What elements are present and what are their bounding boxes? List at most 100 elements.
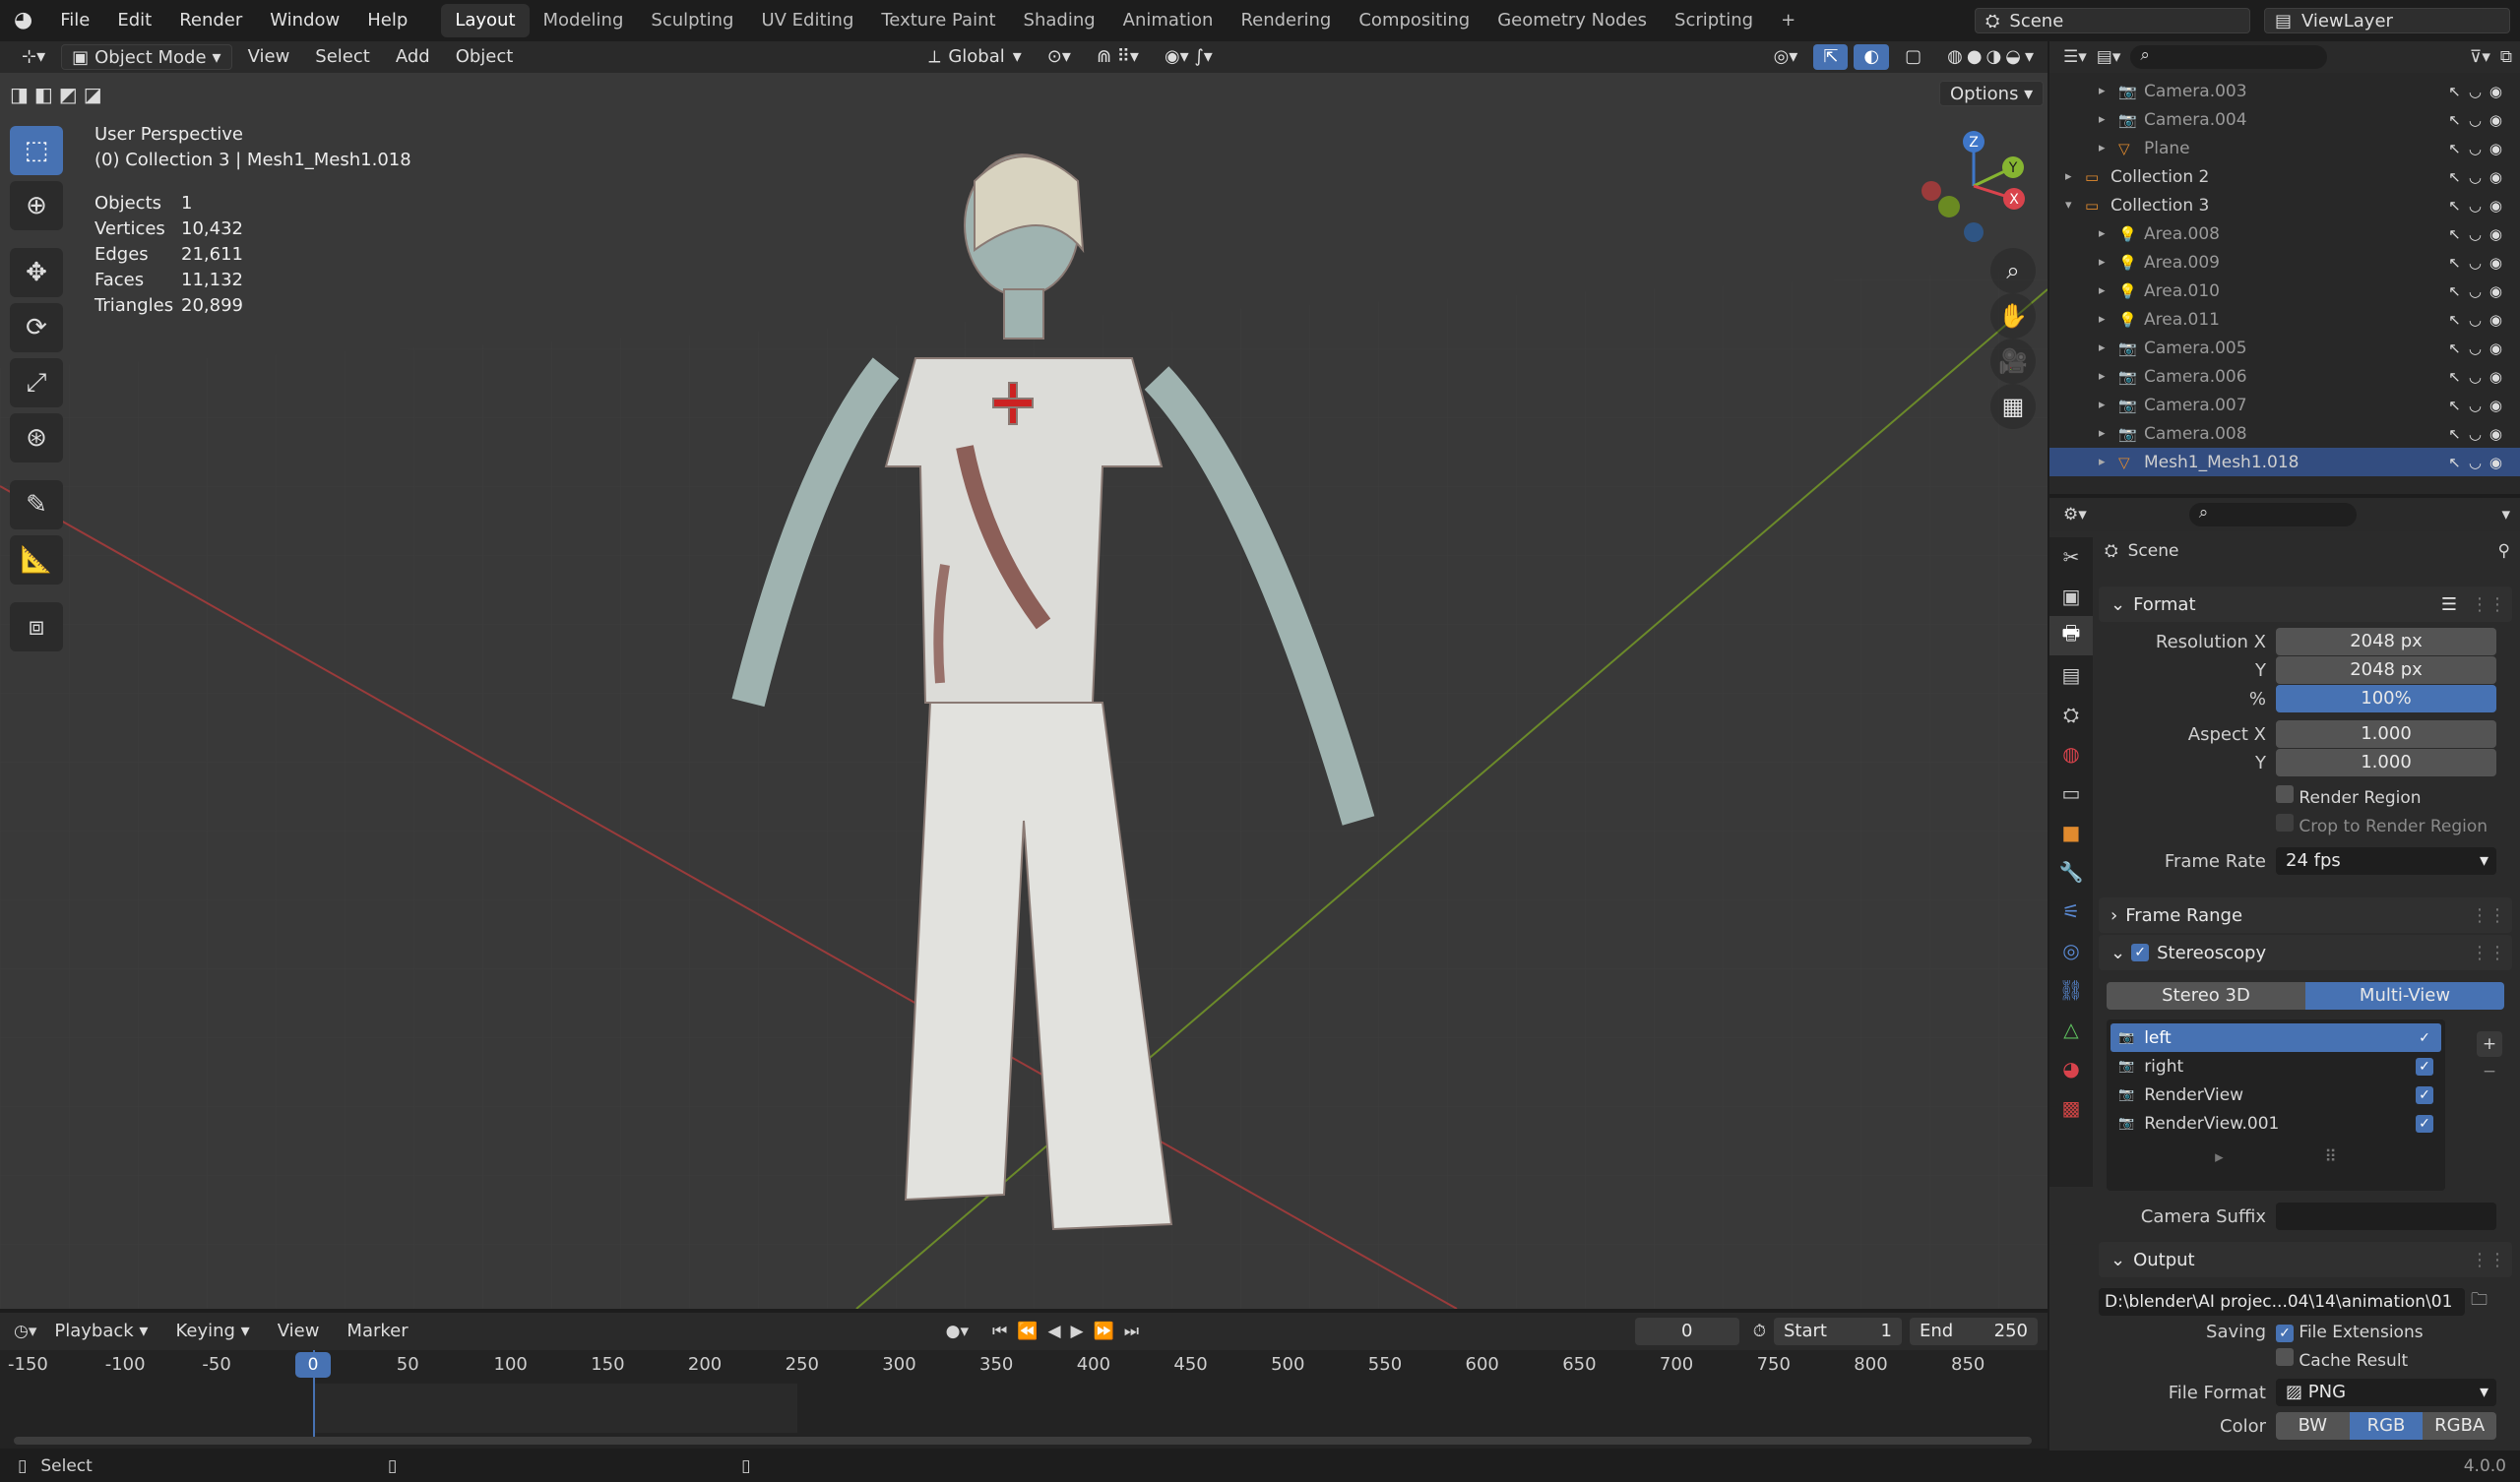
expand-right-icon[interactable]: ▸ [2099,426,2106,441]
drag-handle-icon[interactable]: ⋮⋮ [2471,943,2506,963]
drag-handle-icon[interactable]: ⋮⋮ [2471,594,2506,615]
outliner-search-input[interactable]: ⌕ [2130,45,2328,69]
modifiers-tab-icon[interactable]: 🔧 [2049,852,2093,892]
menu-edit[interactable]: Edit [103,0,165,41]
resolution-y-field[interactable]: 2048 px [2276,656,2496,684]
scene-tab-icon[interactable]: ⛭ [2049,695,2093,734]
tab-geometry-nodes[interactable]: Geometry Nodes [1483,4,1661,37]
collection-tab-icon[interactable]: ▭ [2049,773,2093,813]
shading-modes-icon[interactable]: ◍●◑◒▾ [1937,44,2048,70]
view-enabled-checkbox[interactable]: ✓ [2416,1114,2433,1133]
stereoscopy-checkbox[interactable]: ✓ [2131,944,2150,961]
tab-modeling[interactable]: Modeling [530,4,638,37]
outliner-row[interactable]: ▸ ▭ Collection 2 ↖◡◉ [2049,162,2520,191]
list-resize-handle[interactable]: ▸ ⠿ [2110,1147,2441,1167]
add-view-button[interactable]: + [2477,1031,2502,1057]
view-layer-tab-icon[interactable]: ▤ [2049,655,2093,695]
display-mode-icon[interactable]: ▤▾ [2097,47,2121,67]
xray-icon[interactable]: ▢ [1895,44,1931,70]
presets-icon[interactable]: ☰ [2441,594,2457,615]
tab-compositing[interactable]: Compositing [1345,4,1483,37]
file-extensions-checkbox[interactable]: ✓ File Extensions [2276,1323,2424,1342]
crop-region-checkbox[interactable]: Crop to Render Region [2276,813,2512,841]
material-tab-icon[interactable]: ◕ [2049,1049,2093,1088]
menu-timeline-view[interactable]: View [268,1319,330,1344]
gizmo-toggle-icon[interactable]: ⇱ [1813,44,1849,70]
menu-keying[interactable]: Keying ▾ [165,1319,259,1344]
menu-playback[interactable]: Playback ▾ [44,1319,158,1344]
tab-scripting[interactable]: Scripting [1661,4,1767,37]
outliner-row[interactable]: ▸ 📷 Camera.006 ↖◡◉ [2049,362,2520,391]
outliner[interactable]: ☰▾ ▤▾ ⌕ ⊽▾ ⧉ ▸ 📷 Camera.003 ↖◡◉ ▸ 📷 Camera.004… [2049,41,2520,494]
output-tab-icon[interactable]: 🖶 [2049,616,2093,655]
navigation-gizmo[interactable]: Z Y X [1910,122,2038,250]
aspect-x-field[interactable]: 1.000 [2276,720,2496,748]
menu-render[interactable]: Render [165,0,256,41]
format-panel-header[interactable]: ⌄ Format ☰ ⋮⋮ [2099,587,2512,622]
outliner-row[interactable]: ▸ ▽ Mesh1_Mesh1.018 ↖◡◉ [2049,448,2520,476]
resolution-x-field[interactable]: 2048 px [2276,628,2496,655]
view-list-item[interactable]: 📷 RenderView.001 ✓ [2110,1109,2441,1138]
remove-view-button[interactable]: − [2477,1059,2502,1084]
visibility-toggles-icon[interactable]: ↖◡◉ [2448,197,2510,215]
visibility-toggles-icon[interactable]: ↖◡◉ [2448,368,2510,386]
playback-controls[interactable]: ⏮⏪◀▶⏩⏭ [992,1322,1149,1341]
menu-select[interactable]: Select [305,44,380,70]
color-rgba-button[interactable]: RGBA [2423,1412,2497,1440]
physics-tab-icon[interactable]: ◎ [2049,931,2093,970]
frame-rate-dropdown[interactable]: 24 fps ▾ [2276,847,2496,875]
scene-selector[interactable]: ⛭ Scene [1975,8,2250,33]
menu-view[interactable]: View [238,44,300,70]
view-enabled-checkbox[interactable]: ✓ [2416,1057,2433,1076]
drag-handle-icon[interactable]: ⋮⋮ [2471,905,2506,926]
pan-hand-icon[interactable]: ✋ [1990,293,2036,339]
visibility-icon[interactable]: ◎▾ [1764,44,1808,70]
measure-tool-icon[interactable]: 📐 [10,535,63,585]
menu-file[interactable]: File [46,0,103,41]
outliner-editor-icon[interactable]: ☰▾ [2063,47,2087,67]
overlay-toggle-icon[interactable]: ◐ [1854,44,1890,70]
data-tab-icon[interactable]: △ [2049,1010,2093,1049]
outliner-row[interactable]: ▸ 💡 Area.010 ↖◡◉ [2049,277,2520,305]
visibility-toggles-icon[interactable]: ↖◡◉ [2448,254,2510,272]
mode-dropdown[interactable]: ▣ Object Mode ▾ [61,44,232,70]
tool-tab-icon[interactable]: ✂ [2049,537,2093,577]
particles-tab-icon[interactable]: ⚟ [2049,892,2093,931]
object-tab-icon[interactable]: ■ [2049,813,2093,852]
view-list-item[interactable]: 📷 right ✓ [2110,1052,2441,1081]
timeline-editor-icon[interactable]: ◷▾ [14,1322,36,1341]
tab-layout[interactable]: Layout [441,4,530,37]
pivot-icon[interactable]: ⊙▾ [1038,44,1081,70]
outliner-row[interactable]: ▸ 📷 Camera.008 ↖◡◉ [2049,419,2520,448]
constraints-tab-icon[interactable]: ⛓ [2049,970,2093,1010]
timeline-area[interactable]: -150 -100 -50 0 50 100 150 200 250 300 350 400 450 50… [0,1350,2048,1449]
expand-right-icon[interactable]: ▸ [2099,255,2106,270]
output-path-input[interactable]: D:\blender\AI projec...04\14\animation\0… [2099,1287,2465,1316]
menu-window[interactable]: Window [256,0,353,41]
texture-tab-icon[interactable]: ▩ [2049,1088,2093,1128]
rotate-tool-icon[interactable]: ⟳ [10,303,63,352]
outliner-row[interactable]: ▸ 💡 Area.009 ↖◡◉ [2049,248,2520,277]
outliner-row[interactable]: ▸ 📷 Camera.007 ↖◡◉ [2049,391,2520,419]
options-dropdown[interactable]: Options ▾ [1939,81,2045,106]
add-cube-tool-icon[interactable]: ⧈ [10,602,63,651]
multi-view-tab[interactable]: Multi-View [2305,982,2504,1010]
folder-icon[interactable]: 🗀 [2471,1287,2488,1316]
visibility-toggles-icon[interactable]: ↖◡◉ [2448,168,2510,186]
visibility-toggles-icon[interactable]: ↖◡◉ [2448,454,2510,471]
tab-uv-editing[interactable]: UV Editing [747,4,867,37]
ortho-toggle-icon[interactable]: ▦ [1990,384,2036,429]
render-region-checkbox[interactable]: Render Region [2276,784,2512,813]
expand-right-icon[interactable]: ▸ [2099,312,2106,327]
3d-viewport[interactable]: ⬚ ⊕ ✥ ⟳ ⤢ ⊛ ✎ 📐 ⧈ ◨◧◩◪ User Perspective … [0,73,2048,1309]
tab-animation[interactable]: Animation [1109,4,1228,37]
outliner-row[interactable]: ▸ 💡 Area.008 ↖◡◉ [2049,219,2520,248]
tab-rendering[interactable]: Rendering [1227,4,1345,37]
filter-icon[interactable]: ⊽▾ [2470,47,2490,67]
expand-right-icon[interactable]: ▸ [2099,283,2106,298]
visibility-toggles-icon[interactable]: ↖◡◉ [2448,311,2510,329]
expand-right-icon[interactable]: ▸ [2099,455,2106,469]
move-tool-icon[interactable]: ✥ [10,248,63,297]
blender-logo-icon[interactable]: ◕ [0,0,46,41]
file-format-dropdown[interactable]: ▨ PNG ▾ [2276,1379,2496,1406]
